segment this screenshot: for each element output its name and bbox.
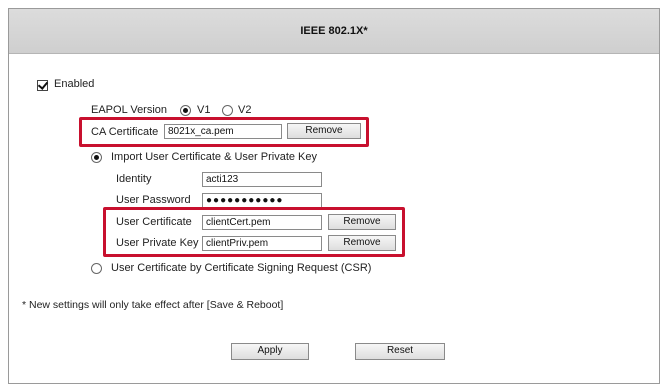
import-certificate-radio[interactable] xyxy=(91,152,102,163)
enabled-label: Enabled xyxy=(54,78,95,90)
section-header: IEEE 802.1X* xyxy=(9,9,659,54)
reset-button[interactable]: Reset xyxy=(355,343,445,360)
eapol-version-label: EAPOL Version xyxy=(91,104,168,116)
eapol-v1-label: V1 xyxy=(197,104,211,116)
enabled-checkbox[interactable] xyxy=(37,80,48,91)
eapol-v2-radio[interactable] xyxy=(222,105,233,116)
csr-radio[interactable] xyxy=(91,263,102,274)
identity-label: Identity xyxy=(116,173,152,185)
user-password-field[interactable]: ●●●●●●●●●●● xyxy=(202,193,322,208)
section-title: IEEE 802.1X* xyxy=(300,25,368,37)
save-reboot-note: * New settings will only take effect aft… xyxy=(22,299,284,311)
settings-panel xyxy=(8,8,660,384)
identity-field[interactable]: acti123 xyxy=(202,172,322,187)
import-certificate-label: Import User Certificate & User Private K… xyxy=(111,151,318,163)
ca-certificate-highlight xyxy=(79,117,369,147)
user-certificate-highlight xyxy=(103,207,405,257)
csr-label: User Certificate by Certificate Signing … xyxy=(111,262,372,274)
user-password-label: User Password xyxy=(116,194,191,206)
eapol-v2-label: V2 xyxy=(238,104,252,116)
eapol-v1-radio[interactable] xyxy=(180,105,191,116)
apply-button[interactable]: Apply xyxy=(231,343,309,360)
